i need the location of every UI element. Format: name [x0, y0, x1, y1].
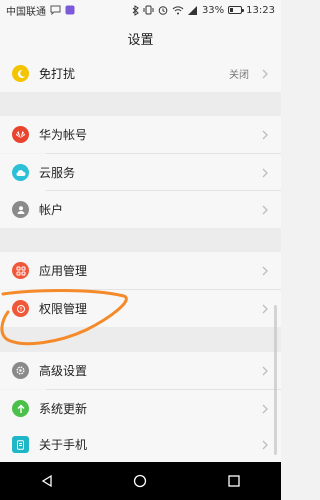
back-icon [41, 474, 52, 488]
huawei-icon [12, 126, 29, 143]
settings-item-label: 系统更新 [39, 402, 88, 416]
home-icon [134, 474, 147, 488]
settings-item-label: 帐户 [39, 203, 64, 217]
phone-info-icon [12, 436, 29, 453]
section-gap [0, 228, 281, 252]
recent-apps-icon [228, 475, 240, 487]
chevron-right-icon [259, 167, 271, 179]
chevron-right-icon [259, 68, 271, 80]
signal-icon [187, 4, 198, 16]
settings-item-huawei-account[interactable]: 华为帐号 [0, 116, 281, 153]
chevron-right-icon [259, 403, 271, 415]
chevron-right-icon [259, 303, 271, 315]
status-left: 中国联通 [6, 3, 75, 18]
wifi-icon [172, 4, 184, 16]
settings-item-label: 应用管理 [39, 264, 88, 278]
bluetooth-icon [132, 4, 139, 16]
moon-icon [12, 65, 29, 82]
navigation-bar [0, 462, 281, 500]
settings-item-label: 云服务 [39, 166, 76, 180]
page-title-bar: 设置 [0, 20, 281, 56]
settings-item-about-phone[interactable]: 关于手机 [0, 426, 281, 463]
section-gap [0, 92, 281, 118]
back-button[interactable] [27, 462, 67, 500]
battery-icon [228, 6, 245, 14]
person-icon [12, 201, 29, 218]
status-right: 33% 13:23 [132, 4, 275, 16]
home-button[interactable] [120, 462, 160, 500]
app-icon [65, 4, 75, 16]
page-title: 设置 [127, 32, 154, 48]
settings-item-accounts[interactable]: 帐户 [0, 191, 281, 228]
settings-item-label: 免打扰 [39, 67, 76, 81]
settings-item-cloud-service[interactable]: 云服务 [0, 154, 281, 191]
settings-item-label: 华为帐号 [39, 128, 88, 142]
status-bar: 中国联通 33% 13:23 [0, 0, 281, 20]
chevron-right-icon [259, 129, 271, 141]
settings-item-advanced[interactable]: 高级设置 [0, 352, 281, 389]
dnd-status-value: 关闭 [229, 70, 249, 81]
recent-apps-button[interactable] [214, 462, 254, 500]
settings-item-system-update[interactable]: 系统更新 [0, 390, 281, 427]
carrier-label: 中国联通 [6, 6, 46, 18]
chevron-right-icon [259, 265, 271, 277]
clock: 13:23 [246, 4, 275, 16]
vibrate-icon [143, 4, 154, 16]
chevron-right-icon [259, 365, 271, 377]
cloud-icon [12, 164, 29, 181]
settings-item-label: 高级设置 [39, 364, 88, 378]
chevron-right-icon [259, 204, 271, 216]
alarm-icon [158, 4, 168, 16]
gear-icon [12, 362, 29, 379]
annotation-ellipse [0, 289, 128, 346]
chat-icon [50, 4, 61, 16]
chevron-right-icon [259, 439, 271, 451]
update-icon [12, 400, 29, 417]
settings-item-do-not-disturb[interactable]: 免打扰 关闭 [0, 55, 281, 92]
scrollbar[interactable] [274, 305, 277, 455]
settings-item-label: 关于手机 [39, 438, 88, 452]
battery-percent: 33% [201, 4, 225, 16]
apps-icon [12, 262, 29, 279]
